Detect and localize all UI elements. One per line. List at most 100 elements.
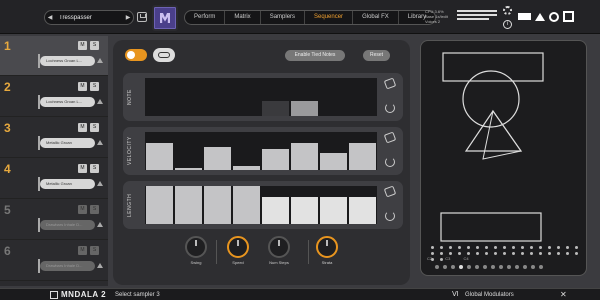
mute-button[interactable]: M — [78, 205, 87, 214]
modulator-dot[interactable] — [431, 246, 434, 249]
sample-name-pill[interactable]: Metallic Groan — [40, 138, 95, 148]
pager-dot[interactable] — [467, 265, 471, 269]
modulator-dot[interactable] — [548, 252, 551, 255]
modulator-dot[interactable] — [557, 246, 560, 249]
link-button[interactable] — [153, 48, 175, 62]
next-preset-icon[interactable]: ▶ — [123, 14, 133, 21]
step-bar[interactable] — [204, 186, 231, 224]
tab-perform[interactable]: Perform — [185, 11, 226, 24]
step-grid[interactable] — [145, 78, 377, 116]
modulator-dot[interactable] — [449, 252, 452, 255]
knob-num-steps[interactable]: Num Steps — [268, 236, 290, 265]
modulator-dot[interactable] — [539, 246, 542, 249]
close-icon[interactable]: ✕ — [560, 289, 567, 300]
edit-pencil-icon[interactable] — [383, 185, 397, 198]
solo-button[interactable]: S — [90, 123, 99, 132]
sample-name-pill[interactable]: Lochness Groan L... — [40, 97, 95, 107]
save-icon[interactable] — [137, 12, 147, 22]
solo-button[interactable]: S — [90, 41, 99, 50]
loop-icon[interactable] — [385, 157, 395, 167]
solo-button[interactable]: S — [90, 164, 99, 173]
step-bar[interactable] — [146, 143, 173, 170]
modulator-dot[interactable] — [530, 246, 533, 249]
sequencer-enable-toggle[interactable] — [125, 49, 147, 61]
loop-icon[interactable] — [385, 103, 395, 113]
modulator-dot[interactable] — [503, 246, 506, 249]
modulator-dot[interactable] — [557, 252, 560, 255]
info-icon[interactable]: i — [503, 20, 512, 29]
modulator-dot[interactable] — [530, 252, 533, 255]
step-bar[interactable] — [320, 197, 347, 224]
modulator-dot[interactable] — [449, 246, 452, 249]
loop-icon[interactable] — [385, 211, 395, 221]
solo-button[interactable]: S — [90, 205, 99, 214]
pager-dot[interactable] — [507, 265, 511, 269]
pager-dot[interactable] — [483, 265, 487, 269]
step-bar[interactable] — [175, 168, 202, 170]
modulator-dot[interactable] — [539, 252, 542, 255]
pager-dot[interactable] — [531, 265, 535, 269]
pager-dot[interactable] — [459, 265, 463, 269]
prev-preset-icon[interactable]: ◀ — [45, 14, 55, 21]
modulator-dot[interactable] — [485, 252, 488, 255]
solo-button[interactable]: S — [90, 246, 99, 255]
pager-dot[interactable] — [435, 265, 439, 269]
step-grid[interactable] — [145, 186, 377, 224]
pager-dot[interactable] — [539, 265, 543, 269]
step-bar[interactable] — [175, 186, 202, 224]
sampler-slot-1[interactable]: 1 M S Lochness Groan L... — [0, 36, 108, 76]
sample-name-pill[interactable]: Drawbars Inhale D... — [40, 220, 95, 230]
step-bar[interactable] — [320, 152, 347, 170]
bottom-rectangle-shape[interactable] — [440, 212, 542, 242]
top-rectangle-shape[interactable] — [442, 52, 544, 82]
modulator-dot[interactable] — [494, 246, 497, 249]
mute-button[interactable]: M — [78, 164, 87, 173]
solo-button[interactable]: S — [90, 82, 99, 91]
modulator-dot[interactable] — [476, 252, 479, 255]
modulator-dot[interactable] — [494, 252, 497, 255]
pager-dot[interactable] — [499, 265, 503, 269]
step-grid[interactable] — [145, 132, 377, 170]
edit-pencil-icon[interactable] — [383, 77, 397, 90]
sample-name-pill[interactable]: Metallic Groan — [40, 179, 95, 189]
tab-samplers[interactable]: Samplers — [261, 11, 306, 24]
step-bar[interactable] — [262, 100, 289, 116]
edit-pencil-icon[interactable] — [383, 131, 397, 144]
modulator-dot[interactable] — [467, 252, 470, 255]
tab-sequencer[interactable]: Sequencer — [305, 11, 354, 24]
modulator-dot[interactable] — [503, 252, 506, 255]
modulator-dot[interactable] — [431, 252, 434, 255]
modulator-dot[interactable] — [521, 246, 524, 249]
step-bar[interactable] — [291, 100, 318, 116]
pager-dot[interactable] — [443, 265, 447, 269]
sampler-slot-5[interactable]: 5 M S Drawbars Inhale D... — [0, 200, 108, 240]
reset-button[interactable]: Reset — [363, 50, 390, 61]
modulator-dot[interactable] — [512, 252, 515, 255]
preset-selector[interactable]: ◀ Tresspasser ▶ — [44, 10, 134, 25]
mute-button[interactable]: M — [78, 246, 87, 255]
step-bar[interactable] — [262, 149, 289, 170]
sample-name-pill[interactable]: Lochness Groan L... — [40, 56, 95, 66]
sampler-slot-2[interactable]: 2 M S Lochness Groan L... — [0, 77, 108, 117]
knob-dial[interactable] — [185, 236, 207, 258]
modulator-dot[interactable] — [440, 246, 443, 249]
step-bar[interactable] — [291, 197, 318, 224]
knob-dial[interactable] — [227, 236, 249, 258]
pager-dot[interactable] — [515, 265, 519, 269]
modulator-dot[interactable] — [575, 252, 578, 255]
modulator-dot[interactable] — [476, 246, 479, 249]
modulator-dot[interactable] — [521, 252, 524, 255]
step-bar[interactable] — [204, 147, 231, 170]
modulator-dot[interactable] — [566, 252, 569, 255]
global-modulators-label[interactable]: Global Modulators — [465, 289, 514, 300]
knob-swing[interactable]: Swing — [185, 236, 207, 265]
enable-tied-notes-button[interactable]: Enable Tied Notes — [285, 50, 345, 61]
mute-button[interactable]: M — [78, 82, 87, 91]
step-bar[interactable] — [233, 166, 260, 170]
knob-dial[interactable] — [316, 236, 338, 258]
modulator-dot[interactable] — [467, 246, 470, 249]
modulator-dot[interactable] — [485, 246, 488, 249]
mute-button[interactable]: M — [78, 41, 87, 50]
modulator-dot[interactable] — [548, 246, 551, 249]
modulator-dot[interactable] — [458, 252, 461, 255]
